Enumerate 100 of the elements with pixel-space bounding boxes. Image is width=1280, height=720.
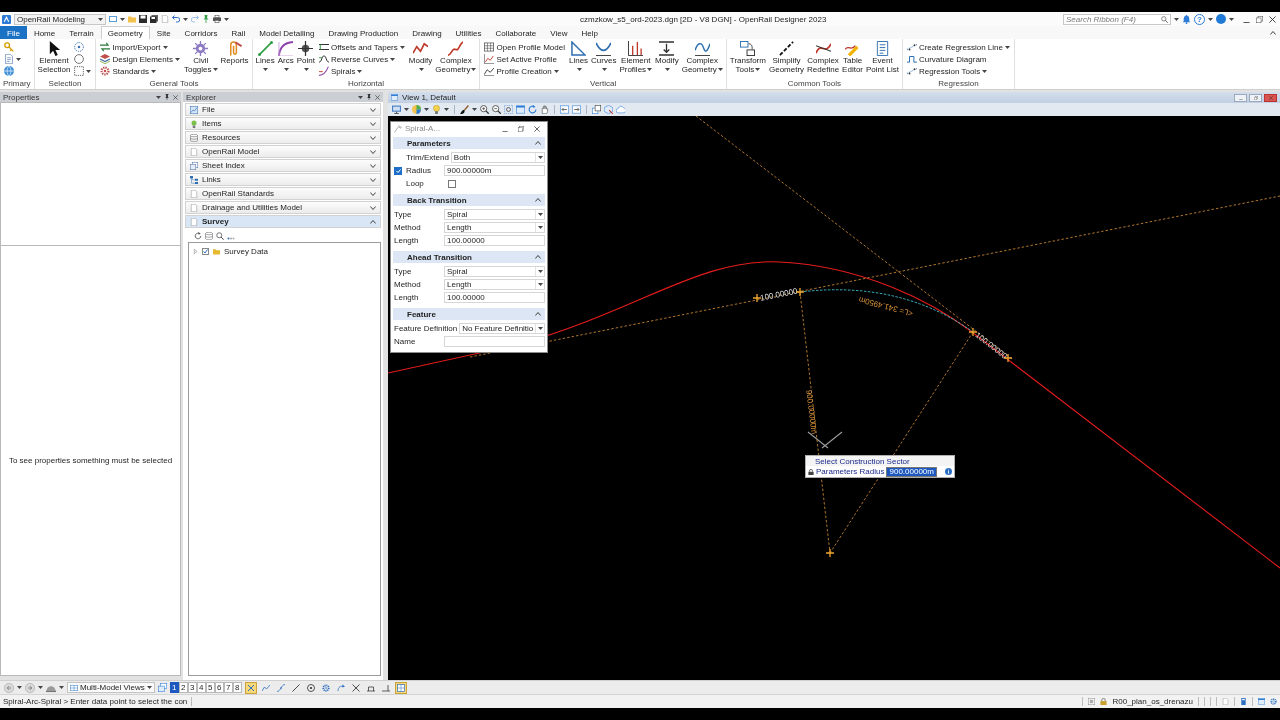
caret-icon[interactable] [1208,17,1213,21]
help-button[interactable]: ? [1194,13,1205,25]
ribbon-tab[interactable]: Drawing Production [321,26,406,39]
cog-icon[interactable] [1270,698,1277,705]
ribbon-button[interactable]: Profile Creation [483,65,566,77]
caret-icon[interactable] [1229,17,1234,21]
rotate-icon[interactable] [528,105,537,114]
ribbon-tab[interactable]: Utilities [448,26,489,39]
dropdown-field[interactable]: Both [450,152,545,163]
toolbar-button[interactable] [244,681,257,694]
ribbon-button[interactable]: Regression Tools [905,65,1011,77]
view-number-button[interactable]: 1 [169,682,179,693]
ribbon-tab[interactable]: Rail [224,26,253,39]
checkbox[interactable] [448,179,456,188]
copy-view-icon[interactable] [592,105,601,114]
caret-icon[interactable] [404,108,409,111]
explorer-section-header[interactable]: OpenRail Model [185,145,381,158]
explorer-section-header[interactable]: Drainage and Utilities Model [185,201,381,214]
ribbon-tab[interactable]: Site [149,26,178,39]
caret-icon[interactable] [59,686,64,689]
next-view-icon[interactable] [572,105,581,114]
hand-icon[interactable] [540,105,549,114]
ribbon-button[interactable]: Curves [591,40,617,79]
panel-pin-icon[interactable] [164,94,170,100]
view-number-button[interactable]: 5 [205,682,215,693]
view-number-button[interactable]: 6 [214,682,224,693]
ribbon-button[interactable]: Event Point List [866,40,899,79]
fit-view-icon[interactable] [504,105,513,114]
ribbon-tab[interactable]: Drawing [405,26,449,39]
view-icon[interactable] [109,15,117,23]
explorer-section-header[interactable]: Sheet Index [185,159,381,172]
ribbon-button[interactable]: Simplify Geometry [768,40,805,79]
ribbon-button[interactable]: Element Profiles [619,40,653,79]
refresh-icon[interactable] [194,232,202,240]
ribbon-tab[interactable]: Corridors [177,26,225,39]
ribbon-tab[interactable]: Home [26,26,63,39]
caret-icon[interactable] [472,108,477,111]
ribbon-icon-button[interactable] [3,53,22,65]
dropdown-field[interactable]: Spiral [444,209,545,220]
ribbon-icon-button[interactable] [73,65,93,77]
frame-icon[interactable] [1088,698,1096,705]
save-all-icon[interactable] [150,15,158,23]
previous-view-icon[interactable] [560,105,569,114]
ribbon-button[interactable]: Modify [408,40,433,79]
database-icon[interactable] [205,232,213,240]
ribbon-button[interactable]: Element Selection [37,40,71,79]
ribbon-button[interactable]: Lines [255,40,275,79]
toolbar-button[interactable] [304,681,317,694]
close-icon[interactable] [173,94,178,100]
ribbon-tab[interactable]: Geometry [100,26,150,39]
chevron-up-icon[interactable] [1270,29,1276,36]
file-menu-button[interactable]: File [0,26,27,39]
bell-icon[interactable] [1182,14,1191,24]
zoom-in-icon[interactable] [480,105,489,114]
ribbon-button[interactable]: Spirals [317,65,406,77]
color-wheel-icon[interactable] [412,105,421,114]
view-group-dropdown[interactable]: Multi-Model Views [67,682,155,693]
caret-icon[interactable] [183,17,188,21]
ribbon-button[interactable]: Complex Redefine [807,40,840,79]
zoom-out-icon[interactable] [492,105,501,114]
panel-pin-icon[interactable] [366,94,372,100]
app-logo-icon[interactable] [2,14,11,24]
section-header[interactable]: Ahead Transition [393,251,545,263]
view-number-button[interactable]: 8 [232,682,242,693]
dropdown-field[interactable]: No Feature Definitio [459,323,545,334]
ribbon-button[interactable]: Arcs [277,40,294,79]
toolbar-button[interactable] [349,681,362,694]
ribbon-button[interactable]: Set Active Profile [483,53,566,65]
explorer-section-header[interactable]: Resources [185,131,381,144]
dropdown-field[interactable]: Length [444,279,545,290]
ribbon-button[interactable]: Curvature Diagram [905,53,1011,65]
dropdown-field[interactable]: Length [444,222,545,233]
section-header[interactable]: Parameters [393,137,545,149]
window-stack-icon[interactable] [157,683,167,692]
caret-icon[interactable] [17,686,22,689]
ribbon-button[interactable]: Table Editor [842,40,863,79]
toolbar-button[interactable] [394,681,407,694]
ribbon-button[interactable]: Create Regression Line [905,41,1011,53]
view-number-button[interactable]: 4 [196,682,206,693]
toolbar-button[interactable] [319,681,332,694]
close-icon[interactable] [534,125,540,132]
caret-icon[interactable] [120,17,125,21]
ribbon-button[interactable]: Transform Tools [729,40,766,79]
checkbox[interactable] [394,166,402,175]
maximize-icon[interactable] [518,125,524,132]
search-field[interactable]: Search Ribbon (F4) [1063,13,1171,25]
ribbon-button[interactable]: Complex Geometry [435,40,477,79]
tree-item-label[interactable]: Survey Data [224,247,269,256]
ribbon-button[interactable]: Complex Geometry [681,40,723,79]
input-field[interactable]: 100.00000 [444,235,545,246]
undo-icon[interactable] [172,15,180,23]
avatar-icon[interactable] [1216,14,1226,24]
dropdown-field[interactable]: Spiral [444,266,545,277]
ribbon-button[interactable]: Offsets and Tapers [317,41,406,53]
ribbon-button[interactable]: Reports [220,40,249,79]
ribbon-tab[interactable]: Collaborate [488,26,544,39]
section-header[interactable]: Feature [393,308,545,320]
bar-icon[interactable] [1240,698,1247,705]
ribbon-button[interactable]: Design Elements [99,53,181,65]
bulb-icon[interactable] [432,105,441,114]
